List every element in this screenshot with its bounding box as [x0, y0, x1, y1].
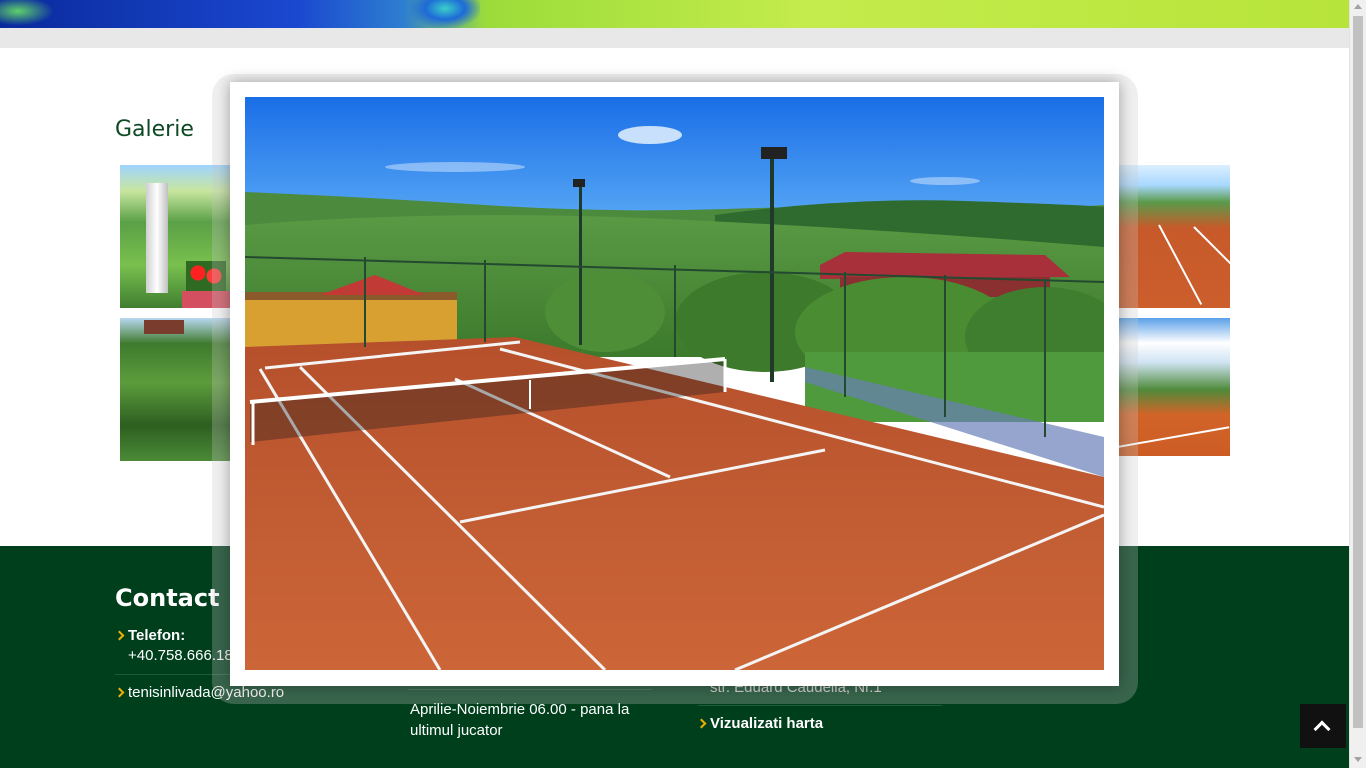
lightbox-photo-tennis-court[interactable] [245, 97, 1104, 670]
page-scrollbar[interactable] [1349, 0, 1366, 768]
scroll-thumb[interactable] [1353, 16, 1363, 728]
tennis-court-illustration [245, 97, 1104, 670]
lightbox [230, 82, 1119, 686]
scroll-down-icon[interactable] [1354, 757, 1362, 762]
scroll-up-icon[interactable] [1354, 4, 1362, 9]
